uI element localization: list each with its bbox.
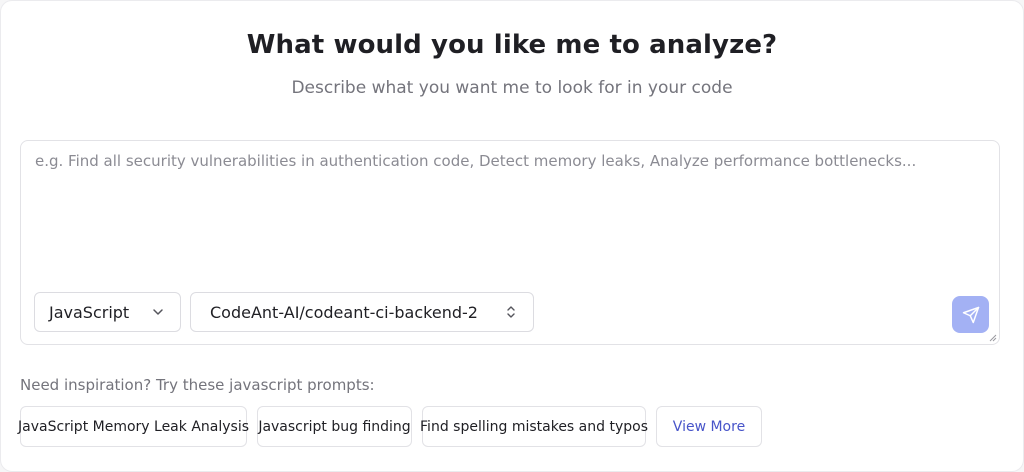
repository-select[interactable]: CodeAnt-AI/codeant-ci-backend-2 [190,292,534,332]
page-title: What would you like me to analyze? [246,30,778,60]
language-select[interactable]: JavaScript [34,292,181,332]
resize-handle-icon[interactable] [989,334,997,342]
chevron-up-down-icon [507,306,515,318]
language-select-value: JavaScript [49,302,130,322]
prompt-suggestions: JavaScript Memory Leak Analysis Javascri… [18,406,762,447]
page-subtitle: Describe what you want me to look for in… [291,78,733,98]
suggestion-chip[interactable]: JavaScript Memory Leak Analysis [18,406,249,447]
prompt-input[interactable] [21,141,999,281]
inspiration-label: Need inspiration? Try these javascript p… [20,376,375,394]
chevron-down-icon [153,309,163,315]
suggestion-chip[interactable]: Find spelling mistakes and typos [420,406,648,447]
send-icon [962,306,979,323]
repository-select-value: CodeAnt-AI/codeant-ci-backend-2 [210,302,478,322]
send-button[interactable] [952,296,989,333]
suggestion-chip[interactable]: Javascript bug finding [257,406,412,447]
view-more-button[interactable]: View More [656,406,762,447]
prompt-box: JavaScript CodeAnt-AI/codeant-ci-backend… [20,140,1000,345]
